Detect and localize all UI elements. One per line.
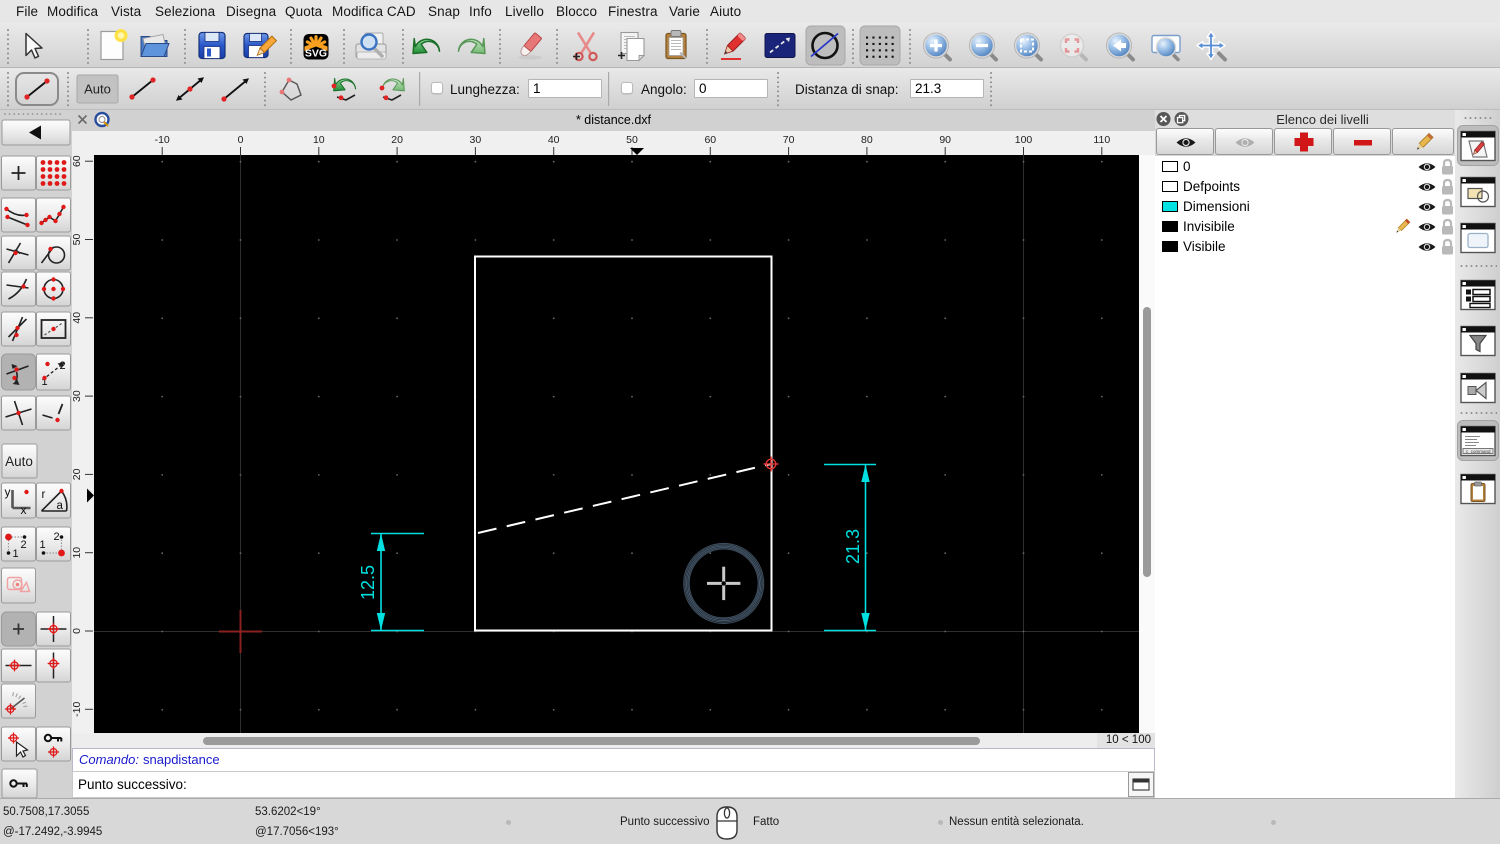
svg-text:2: 2 bbox=[60, 360, 66, 372]
svg-text:r: r bbox=[42, 489, 46, 501]
svg-text:70: 70 bbox=[783, 134, 795, 146]
svg-text:100: 100 bbox=[1015, 134, 1033, 146]
svg-text:50: 50 bbox=[626, 134, 638, 146]
svg-text:20: 20 bbox=[391, 134, 403, 146]
svg-text:30: 30 bbox=[470, 134, 482, 146]
svg-text:a: a bbox=[57, 500, 64, 512]
svg-text:Auto: Auto bbox=[84, 82, 111, 97]
svg-text:12.5: 12.5 bbox=[358, 565, 378, 600]
svg-text:10: 10 bbox=[313, 134, 325, 146]
svg-text:1: 1 bbox=[40, 539, 46, 551]
svg-text:c command: c command bbox=[1466, 449, 1491, 454]
svg-text:50: 50 bbox=[72, 234, 83, 246]
svg-text:-10: -10 bbox=[72, 702, 83, 717]
svg-text:90: 90 bbox=[939, 134, 951, 146]
svg-text:0: 0 bbox=[238, 134, 244, 146]
svg-text:x: x bbox=[21, 503, 27, 517]
svg-text:Auto: Auto bbox=[5, 454, 33, 469]
svg-text:10: 10 bbox=[72, 547, 83, 559]
svg-text:2: 2 bbox=[21, 539, 27, 551]
svg-text:0: 0 bbox=[72, 628, 83, 634]
svg-text:1: 1 bbox=[13, 548, 19, 560]
svg-text:SVG: SVG bbox=[305, 48, 327, 60]
svg-text:60: 60 bbox=[72, 155, 83, 167]
svg-text:2: 2 bbox=[54, 531, 60, 543]
svg-text:110: 110 bbox=[1093, 134, 1110, 146]
svg-text:80: 80 bbox=[861, 134, 873, 146]
svg-text:60: 60 bbox=[704, 134, 716, 146]
svg-text:40: 40 bbox=[548, 134, 560, 146]
svg-text:-10: -10 bbox=[155, 134, 170, 146]
svg-text:20: 20 bbox=[72, 468, 83, 480]
svg-text:30: 30 bbox=[72, 390, 83, 402]
svg-text:y: y bbox=[5, 485, 11, 499]
svg-text:21.3: 21.3 bbox=[843, 529, 863, 564]
svg-text:40: 40 bbox=[72, 312, 83, 324]
